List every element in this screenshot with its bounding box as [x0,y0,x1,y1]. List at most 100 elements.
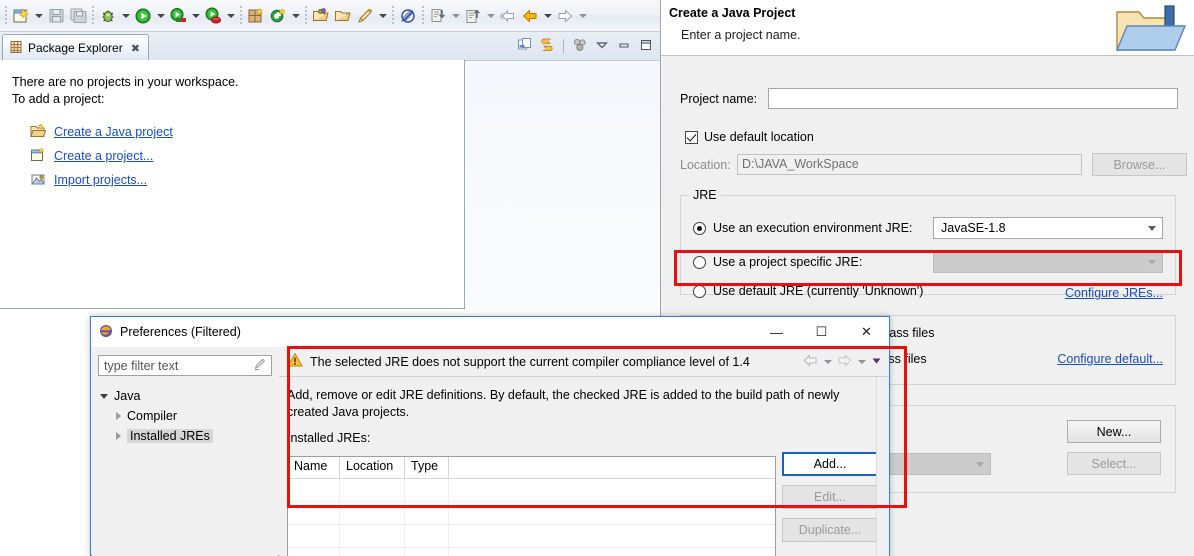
next-annotation-icon[interactable] [427,5,449,27]
skip-breakpoints-icon[interactable] [397,5,419,27]
forward-history-icon[interactable] [554,5,576,27]
coverage-icon[interactable] [202,5,224,27]
toolbar-separator [422,5,424,26]
previous-annotation-dropdown-arrow[interactable] [484,5,497,27]
open-type-icon[interactable] [310,5,332,27]
project-name-input[interactable] [768,88,1178,109]
duplicate-jre-button[interactable]: Duplicate... [782,518,878,542]
view-menu-arrow[interactable] [870,353,883,371]
main-toolbar [0,0,660,32]
tree-node-java[interactable]: Java [98,386,272,406]
exec-env-combo[interactable]: JavaSE-1.8 [933,217,1163,239]
view-menu-icon[interactable] [594,37,610,56]
select-working-set-button[interactable]: Select... [1067,452,1161,475]
exec-env-radio[interactable] [693,221,706,235]
search-icon[interactable] [354,5,376,27]
forward-history-dropdown-arrow[interactable] [576,5,589,27]
minimize-icon[interactable] [616,37,632,56]
forward-dropdown-arrow[interactable] [855,355,868,370]
column-header-type[interactable]: Type [405,457,449,478]
save-icon[interactable] [45,5,67,27]
run-icon[interactable] [132,5,154,27]
new-java-class-dropdown-arrow[interactable] [289,5,302,27]
link-create-project[interactable]: Create a project... [54,149,153,163]
focus-on-active-task-icon[interactable] [572,37,588,56]
jre-group: JRE Use an execution environment JRE: Ja… [680,188,1176,300]
tree-node-compiler[interactable]: Compiler [98,406,272,426]
new-working-set-button[interactable]: New... [1067,420,1161,443]
link-import-projects[interactable]: Import projects... [54,173,147,187]
clear-filter-icon[interactable] [253,357,267,374]
run-dropdown-arrow[interactable] [154,5,167,27]
project-name-row: Project name: [680,88,1178,109]
add-jre-button[interactable]: Add... [782,452,878,476]
project-specific-jre-radio[interactable] [693,255,706,269]
chevron-down-icon [976,461,984,467]
configure-default-link[interactable]: Configure default... [1057,352,1163,366]
previous-annotation-icon[interactable] [462,5,484,27]
tree-node-installed-jres[interactable]: Installed JREs [98,426,272,446]
debug-icon[interactable] [97,5,119,27]
warning-bar: The selected JRE does not support the cu… [279,347,889,377]
chevron-down-icon [1148,259,1156,265]
open-task-icon[interactable] [332,5,354,27]
maximize-icon[interactable] [638,37,654,56]
table-row[interactable] [288,525,775,548]
list-item[interactable]: Import projects... [12,168,464,192]
chevron-down-icon[interactable] [100,393,108,399]
project-specific-jre-combo[interactable] [933,251,1163,273]
new-java-package-icon[interactable] [245,5,267,27]
link-create-java-project[interactable]: Create a Java project [54,125,173,139]
maximize-icon[interactable]: ☐ [799,317,844,347]
run-external-dropdown-arrow[interactable] [189,5,202,27]
table-row[interactable] [288,502,775,525]
back-icon[interactable] [802,353,819,371]
coverage-dropdown-arrow[interactable] [224,5,237,27]
installed-jres-table[interactable]: Name Location Type [287,456,776,556]
list-item[interactable]: Create a project... [12,144,464,168]
chevron-right-icon[interactable] [116,412,121,420]
configure-jres-link[interactable]: Configure JREs... [1065,286,1163,300]
back-dropdown-arrow[interactable] [821,355,834,370]
list-item[interactable]: Create a Java project [12,120,464,144]
content-scrollbar[interactable] [876,377,889,556]
project-specific-jre-row[interactable]: Use a project specific JRE: [693,251,1165,273]
default-jre-label: Use default JRE (currently 'Unknown') [713,284,924,298]
run-external-tools-icon[interactable] [167,5,189,27]
column-header-location[interactable]: Location [340,457,405,478]
table-row[interactable] [288,548,775,556]
table-row[interactable] [288,479,775,502]
close-icon[interactable]: ✕ [844,317,889,347]
new-wizard-icon[interactable] [10,5,32,27]
new-java-class-icon[interactable] [267,5,289,27]
debug-dropdown-arrow[interactable] [119,5,132,27]
close-icon[interactable]: ✖ [131,42,140,55]
tab-package-explorer[interactable]: Package Explorer ✖ [2,34,149,61]
use-default-location-row[interactable]: Use default location [685,130,814,144]
use-default-location-checkbox[interactable] [685,130,698,144]
next-annotation-dropdown-arrow[interactable] [449,5,462,27]
location-input[interactable]: D:\JAVA_WorkSpace [737,154,1082,175]
default-jre-radio[interactable] [693,284,706,298]
screen-root: Package Explorer ✖ There are no projects… [0,0,1194,556]
default-jre-row[interactable]: Use default JRE (currently 'Unknown') [693,284,923,298]
forward-dropdown-arrow[interactable] [541,5,554,27]
forward-icon[interactable] [836,353,853,371]
collapse-all-icon[interactable] [517,37,533,56]
column-header-name[interactable]: Name [288,457,340,478]
exec-env-row[interactable]: Use an execution environment JRE: JavaSE… [693,217,1165,239]
chevron-right-icon[interactable] [116,432,121,440]
search-dropdown-arrow[interactable] [376,5,389,27]
browse-button[interactable]: Browse... [1092,153,1187,176]
new-wizard-dropdown-arrow[interactable] [32,5,45,27]
minimize-icon[interactable]: — [754,317,799,347]
filter-input[interactable]: type filter text [98,355,272,376]
link-with-editor-icon[interactable] [539,37,555,56]
toolbar-separator [392,5,394,26]
forward-icon[interactable] [519,5,541,27]
save-all-icon[interactable] [67,5,89,27]
installed-jres-label: Installed JREs: [287,431,371,445]
back-icon[interactable] [497,5,519,27]
edit-jre-button[interactable]: Edit... [782,485,878,509]
no-projects-message-line1: There are no projects in your workspace. [12,75,239,89]
